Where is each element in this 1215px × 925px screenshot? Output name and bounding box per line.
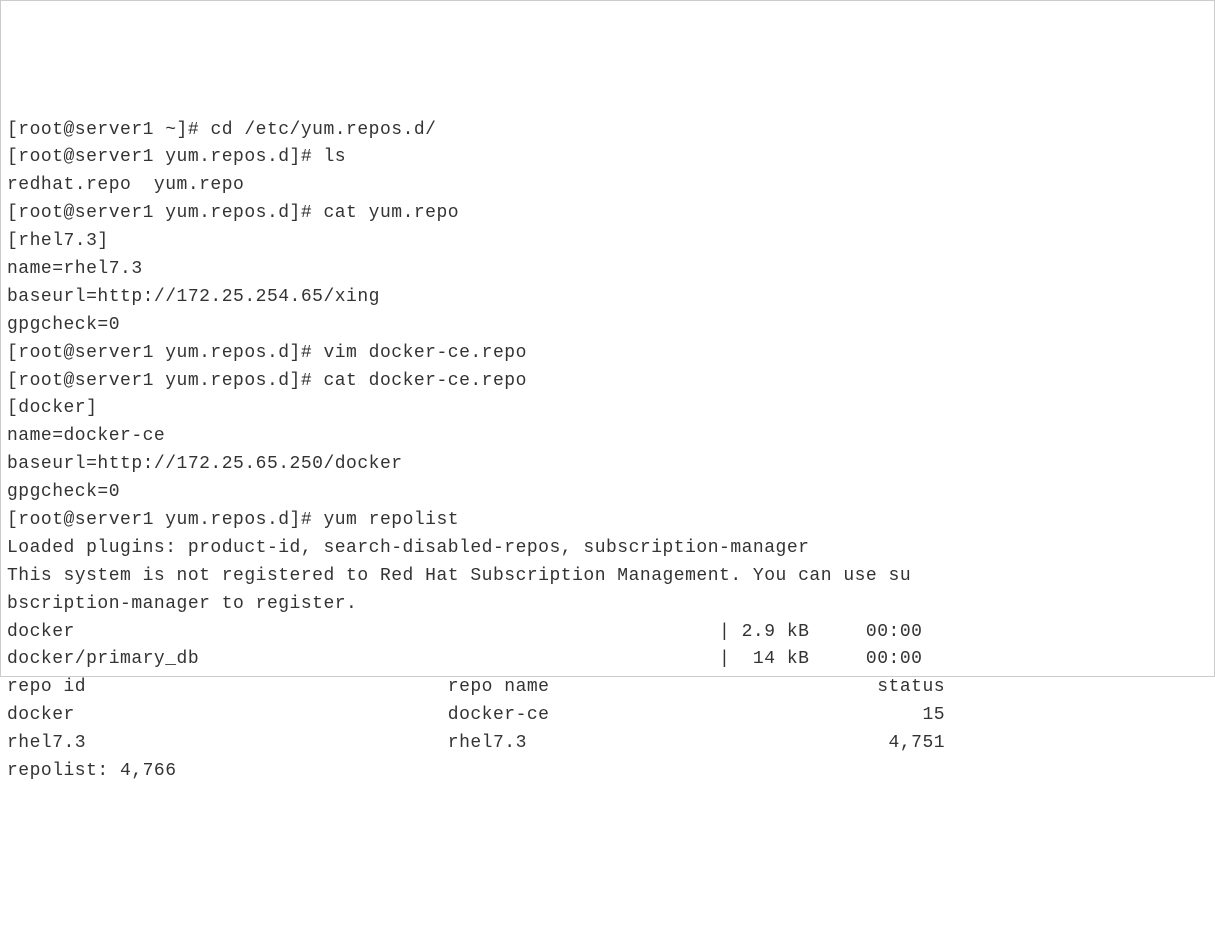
file-content-line: [rhel7.3] <box>7 231 109 251</box>
output-line: repolist: 4,766 <box>7 761 177 781</box>
prompt: [root@server1 yum.repos.d]# <box>7 510 323 530</box>
prompt: [root@server1 yum.repos.d]# <box>7 343 323 363</box>
file-content-line: baseurl=http://172.25.254.65/xing <box>7 287 380 307</box>
table-header: repo id repo name status <box>7 677 945 697</box>
command: vim docker-ce.repo <box>323 343 526 363</box>
command: cd /etc/yum.repos.d/ <box>210 120 436 140</box>
output-line: redhat.repo yum.repo <box>7 175 244 195</box>
prompt: [root@server1 yum.repos.d]# <box>7 203 323 223</box>
prompt-line: [root@server1 yum.repos.d]# vim docker-c… <box>7 343 527 363</box>
output-line: bscription-manager to register. <box>7 594 357 614</box>
terminal-output[interactable]: [root@server1 ~]# cd /etc/yum.repos.d/ [… <box>7 117 1208 786</box>
file-content-line: [docker] <box>7 398 97 418</box>
file-content-line: name=docker-ce <box>7 426 165 446</box>
download-progress-line: docker/primary_db | 14 kB 00:00 <box>7 649 922 669</box>
file-content-line: gpgcheck=0 <box>7 482 120 502</box>
prompt-line: [root@server1 ~]# cd /etc/yum.repos.d/ <box>7 120 436 140</box>
prompt-line: [root@server1 yum.repos.d]# yum repolist <box>7 510 459 530</box>
command: cat yum.repo <box>323 203 459 223</box>
download-progress-line: docker | 2.9 kB 00:00 <box>7 622 922 642</box>
prompt: [root@server1 ~]# <box>7 120 210 140</box>
command: ls <box>323 147 346 167</box>
prompt-line: [root@server1 yum.repos.d]# ls <box>7 147 346 167</box>
command: yum repolist <box>323 510 459 530</box>
prompt-line: [root@server1 yum.repos.d]# cat yum.repo <box>7 203 459 223</box>
output-line: This system is not registered to Red Hat… <box>7 566 911 586</box>
output-line: Loaded plugins: product-id, search-disab… <box>7 538 809 558</box>
prompt: [root@server1 yum.repos.d]# <box>7 371 323 391</box>
command: cat docker-ce.repo <box>323 371 526 391</box>
file-content-line: gpgcheck=0 <box>7 315 120 335</box>
file-content-line: name=rhel7.3 <box>7 259 143 279</box>
prompt-line: [root@server1 yum.repos.d]# cat docker-c… <box>7 371 527 391</box>
table-row: rhel7.3 rhel7.3 4,751 <box>7 733 945 753</box>
table-row: docker docker-ce 15 <box>7 705 945 725</box>
file-content-line: baseurl=http://172.25.65.250/docker <box>7 454 403 474</box>
prompt: [root@server1 yum.repos.d]# <box>7 147 323 167</box>
